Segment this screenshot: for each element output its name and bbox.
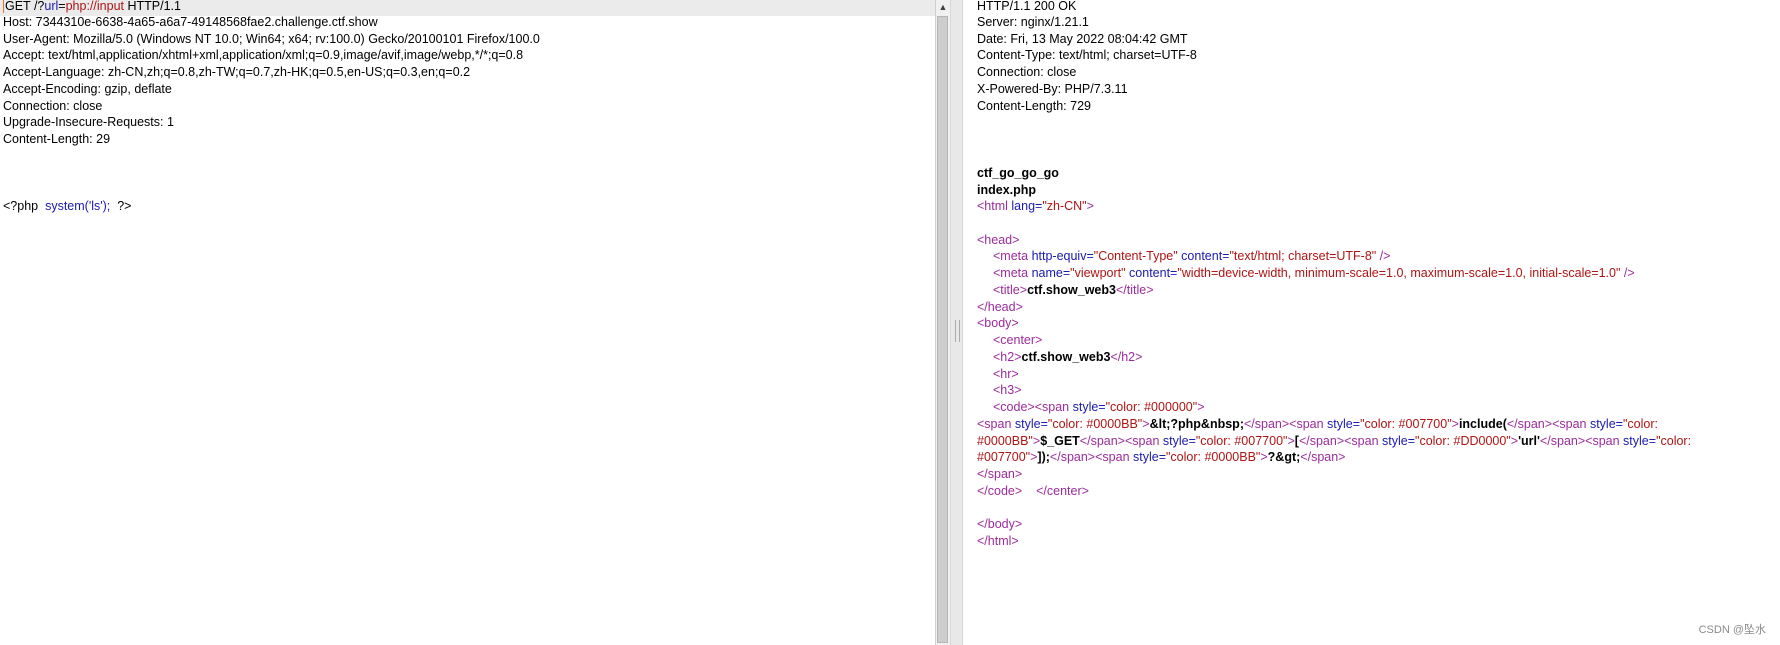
- html-tag-line: <html lang="zh-CN">: [977, 199, 1094, 213]
- html-close-line: </html>: [977, 534, 1019, 548]
- request-header[interactable]: Content-Length: 29: [3, 130, 110, 149]
- highlighted-source-line: #007700">]);</span><span style="color: #…: [977, 450, 1346, 464]
- query-param-value: php://input: [65, 0, 124, 13]
- request-body[interactable]: <?php system('ls'); ?>: [3, 197, 131, 216]
- query-param-name: url: [44, 0, 59, 13]
- watermark: CSDN @坠水: [1698, 624, 1766, 636]
- splitter-grip-icon: [955, 320, 960, 342]
- scrollbar-thumb[interactable]: [937, 16, 948, 643]
- request-scrollbar[interactable]: ▲: [935, 0, 950, 645]
- text-cursor: [3, 0, 4, 13]
- response-viewer[interactable]: HTTP/1.1 200 OK Server: nginx/1.21.1 Dat…: [964, 0, 1780, 645]
- code-close-line: </code> </center>: [977, 483, 1089, 498]
- scroll-up-arrow-icon[interactable]: ▲: [936, 0, 950, 14]
- request-editor[interactable]: GET /?url=php://input HTTP/1.1 Host: 734…: [0, 0, 935, 645]
- php-call: system('ls');: [45, 199, 111, 213]
- response-header: Content-Length: 729: [977, 98, 1091, 113]
- pane-splitter[interactable]: [950, 0, 963, 645]
